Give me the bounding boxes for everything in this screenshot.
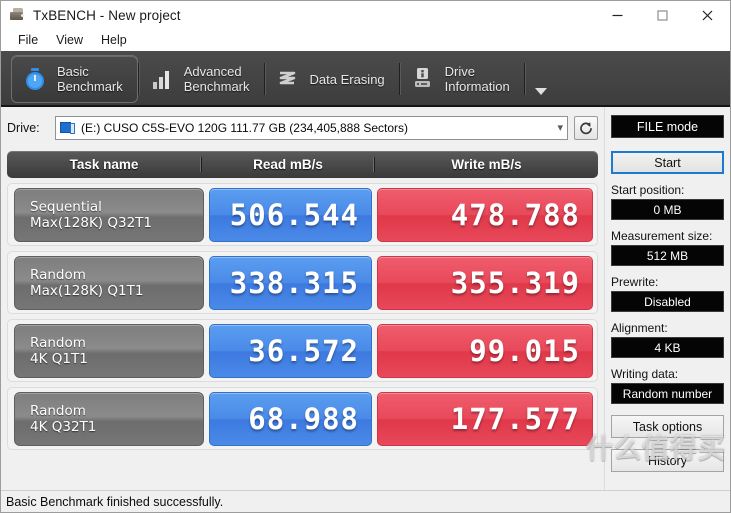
tab-drive-information-label: Drive Information [444,64,510,94]
bar-chart-icon [149,66,175,92]
results-table: Task name Read mB/s Write mB/s Sequentia… [7,151,604,450]
start-position-label: Start position: [611,183,685,197]
start-position-value[interactable]: 0 MB [611,199,724,220]
tab-advanced-benchmark-label: Advanced Benchmark [183,64,250,94]
window-controls [595,1,730,29]
measurement-size-value[interactable]: 512 MB [611,245,724,266]
read-value-bar: 506.544 [209,187,372,242]
options-panel: FILE mode Start Start position: 0 MB Mea… [604,107,730,490]
minimize-icon[interactable] [595,1,640,29]
tab-data-erasing-label: Data Erasing [309,71,385,87]
close-icon[interactable] [685,1,730,29]
refresh-icon [580,122,592,135]
table-row[interactable]: Random 4K Q1T1 36.572 99.015 [7,319,598,382]
txbench-window: TxBENCH - New project File View Help Bas… [0,0,731,513]
menu-item-file[interactable]: File [9,31,47,50]
writing-data-label: Writing data: [611,367,679,381]
tab-basic-benchmark-label: Basic Benchmark [57,64,123,94]
ribbon-overflow-button[interactable] [525,55,547,103]
task-name-line2: 4K Q32T1 [30,418,97,435]
table-row[interactable]: Random 4K Q32T1 68.988 177.577 [7,387,598,450]
drive-info-icon [410,66,436,92]
task-name-line1: Sequential [30,198,102,215]
main-content: Drive: (E:) CUSO C5S-EVO 120G 111.77 GB … [1,107,730,490]
maximize-icon[interactable] [640,1,685,29]
menu-bar: File View Help [1,29,730,51]
task-name-cell: Random 4K Q32T1 [14,391,204,446]
alignment-value[interactable]: 4 KB [611,337,724,358]
task-name-line2: Max(128K) Q32T1 [30,214,152,231]
drive-selector-row: Drive: (E:) CUSO C5S-EVO 120G 111.77 GB … [7,116,604,140]
disk-drive-icon [60,121,76,135]
tab-ribbon: Basic Benchmark Advanced Benchmark Data … [1,51,730,107]
status-bar: Basic Benchmark finished successfully. [1,490,730,512]
read-value-bar: 36.572 [209,323,372,378]
chevron-down-icon [534,88,547,95]
alignment-label: Alignment: [611,321,668,335]
start-button[interactable]: Start [611,151,724,174]
window-title: TxBENCH - New project [33,7,181,23]
refresh-drives-button[interactable] [574,116,598,140]
write-value-bar: 177.577 [377,391,593,446]
task-options-button[interactable]: Task options [611,415,724,438]
prewrite-label: Prewrite: [611,275,659,289]
file-mode-indicator[interactable]: FILE mode [611,115,724,138]
column-header-write: Write mB/s [374,157,598,172]
read-value-bar: 338.315 [209,255,372,310]
task-name-cell: Sequential Max(128K) Q32T1 [14,187,204,242]
write-value-bar: 99.015 [377,323,593,378]
task-name-line1: Random [30,334,86,351]
menu-item-view[interactable]: View [47,31,92,50]
menu-item-help[interactable]: Help [92,31,136,50]
history-button[interactable]: History [611,449,724,472]
tab-advanced-benchmark[interactable]: Advanced Benchmark [139,55,264,103]
table-row[interactable]: Random Max(128K) Q1T1 338.315 355.319 [7,251,598,314]
table-row[interactable]: Sequential Max(128K) Q32T1 506.544 478.7… [7,183,598,246]
column-header-task-name: Task name [69,157,139,172]
task-name-line1: Random [30,402,86,419]
eraser-waves-icon [275,66,301,92]
results-header-row: Task name Read mB/s Write mB/s [7,151,598,178]
task-name-cell: Random 4K Q1T1 [14,323,204,378]
stopwatch-icon [22,66,48,92]
drive-label: Drive: [7,121,40,135]
chevron-down-icon: ▾ [557,121,563,134]
task-name-line2: Max(128K) Q1T1 [30,282,144,299]
write-value-bar: 355.319 [377,255,593,310]
status-message: Basic Benchmark finished successfully. [6,494,224,509]
read-value-bar: 68.988 [209,391,372,446]
tab-drive-information[interactable]: Drive Information [400,55,524,103]
task-name-line2: 4K Q1T1 [30,350,88,367]
tab-basic-benchmark[interactable]: Basic Benchmark [11,55,138,103]
writing-data-value[interactable]: Random number [611,383,724,404]
drive-select[interactable]: (E:) CUSO C5S-EVO 120G 111.77 GB (234,40… [55,116,568,140]
write-value-bar: 478.788 [377,187,593,242]
task-name-cell: Random Max(128K) Q1T1 [14,255,204,310]
title-bar: TxBENCH - New project [1,1,730,29]
app-icon [10,7,26,23]
prewrite-value[interactable]: Disabled [611,291,724,312]
benchmark-area: Drive: (E:) CUSO C5S-EVO 120G 111.77 GB … [1,107,604,490]
task-name-line1: Random [30,266,86,283]
column-header-read: Read mB/s [201,157,374,172]
tab-data-erasing[interactable]: Data Erasing [265,55,399,103]
drive-select-value: (E:) CUSO C5S-EVO 120G 111.77 GB (234,40… [81,121,409,135]
measurement-size-label: Measurement size: [611,229,713,243]
